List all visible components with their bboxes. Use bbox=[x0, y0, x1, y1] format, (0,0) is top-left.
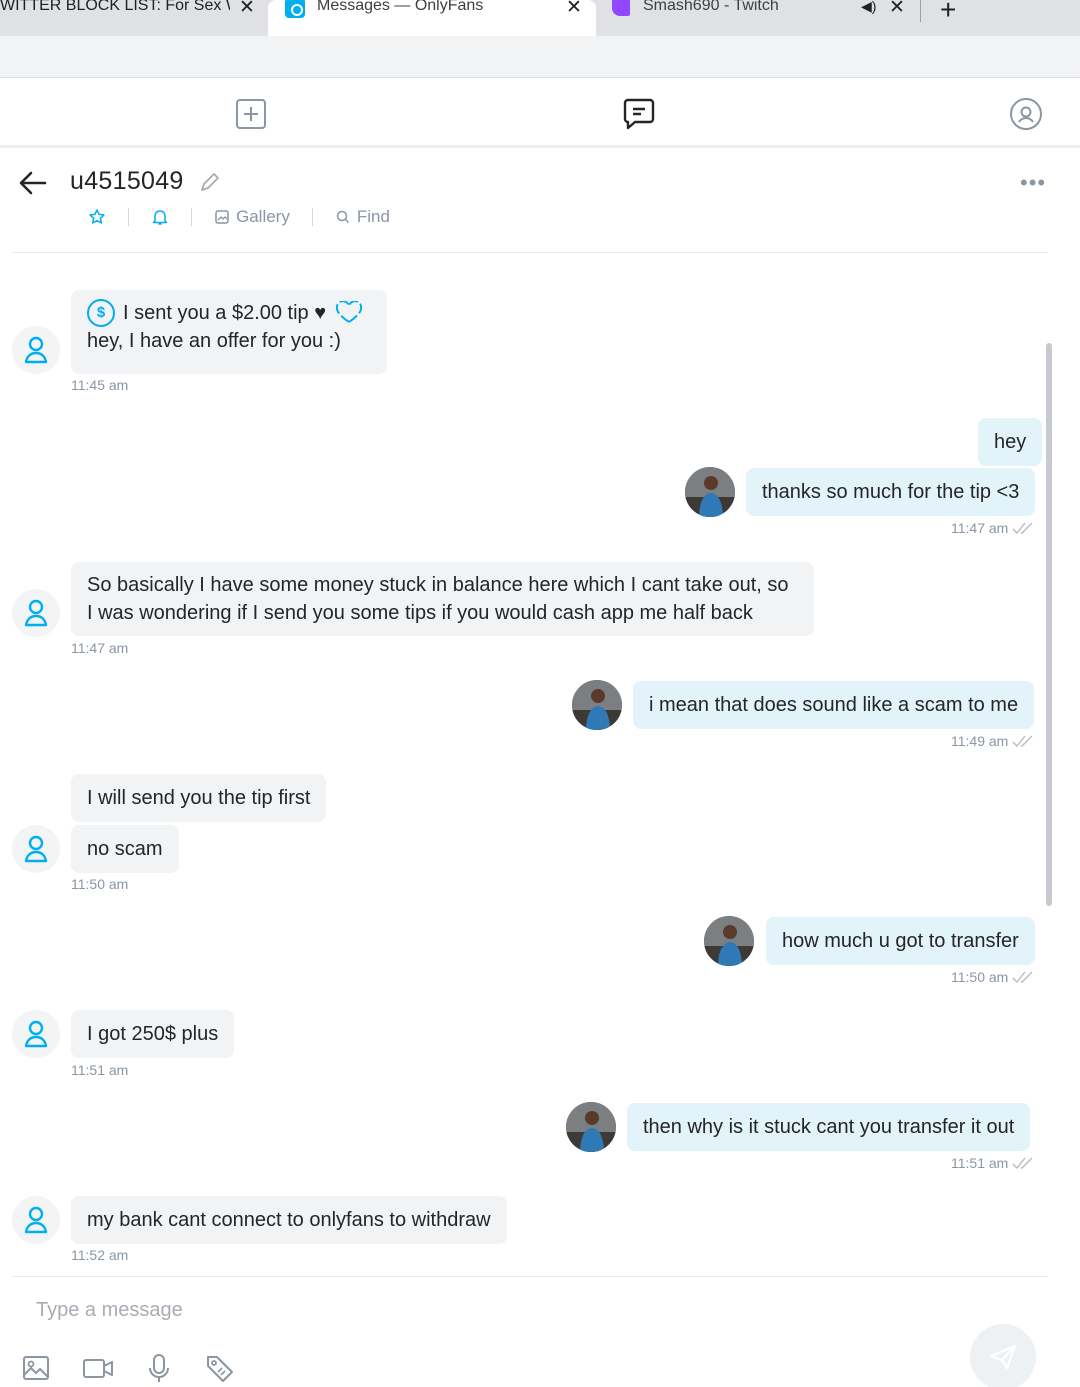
double-check-icon bbox=[1012, 971, 1033, 984]
header-divider bbox=[12, 252, 1048, 253]
star-icon bbox=[89, 209, 105, 224]
timestamp-text: 11:50 am bbox=[951, 969, 1009, 985]
composer-divider bbox=[12, 1276, 1048, 1277]
image-icon[interactable] bbox=[20, 1352, 52, 1384]
divider bbox=[311, 208, 313, 226]
my-avatar[interactable] bbox=[572, 680, 622, 730]
message-timestamp: 11:47 am bbox=[951, 520, 1036, 536]
message-text: hey, I have an offer for you :) bbox=[87, 330, 341, 352]
user-icon bbox=[24, 599, 48, 627]
message-timestamp: 11:51 am bbox=[951, 1155, 1036, 1171]
profile-icon[interactable] bbox=[1009, 97, 1043, 131]
timestamp-text: 11:51 am bbox=[951, 1155, 1009, 1171]
find-label: Find bbox=[356, 207, 390, 226]
pencil-icon[interactable] bbox=[198, 170, 222, 194]
onlyfans-favicon-icon bbox=[285, 0, 305, 18]
conversation-username[interactable]: u4515049 bbox=[70, 167, 184, 196]
message-timestamp: 11:50 am bbox=[951, 969, 1036, 985]
new-tab-button[interactable]: + bbox=[940, 0, 956, 26]
message-bubble-incoming[interactable]: $ I sent you a $2.00 tip ♥ hey, I have a… bbox=[71, 290, 387, 374]
close-tab-icon[interactable]: ✕ bbox=[889, 0, 905, 19]
message-bubble-incoming[interactable]: my bank cant connect to onlyfans to with… bbox=[71, 1196, 507, 1244]
tip-notice: $ I sent you a $2.00 tip ♥ bbox=[87, 299, 371, 327]
divider bbox=[191, 208, 192, 226]
browser-tab-twitch[interactable]: Smash690 - Twitch ◀) ✕ bbox=[597, 0, 922, 32]
message-timestamp: 11:51 am bbox=[71, 1062, 129, 1078]
speaker-muted-icon[interactable]: ◀) bbox=[861, 0, 876, 15]
user-icon bbox=[24, 835, 48, 863]
close-tab-icon[interactable]: ✕ bbox=[566, 0, 582, 19]
price-tag-icon[interactable] bbox=[204, 1352, 236, 1384]
browser-toolbar bbox=[0, 36, 1080, 78]
my-avatar[interactable] bbox=[685, 467, 735, 517]
my-avatar[interactable] bbox=[566, 1102, 616, 1152]
message-bubble-incoming[interactable]: I got 250$ plus bbox=[71, 1010, 235, 1058]
app-top-nav bbox=[0, 80, 1080, 148]
search-icon bbox=[336, 210, 349, 224]
favorite-button[interactable] bbox=[88, 208, 106, 226]
gallery-button[interactable]: Gallery bbox=[214, 207, 290, 227]
microphone-icon[interactable] bbox=[143, 1352, 175, 1384]
message-text-line: So basically I have some money stuck in … bbox=[87, 574, 789, 596]
message-bubble-incoming[interactable]: no scam bbox=[71, 825, 179, 873]
fan-avatar[interactable] bbox=[12, 825, 60, 873]
conversation-actions: Gallery Find bbox=[88, 204, 390, 230]
timestamp-text: 11:47 am bbox=[951, 520, 1009, 536]
message-bubble-outgoing[interactable]: hey bbox=[978, 418, 1043, 466]
browser-tab-twitter-block-list[interactable]: WITTER BLOCK LIST: For Sex Wo ✕ bbox=[0, 0, 268, 32]
video-icon[interactable] bbox=[82, 1352, 114, 1384]
user-icon bbox=[24, 1020, 48, 1048]
plus-square-icon[interactable] bbox=[234, 97, 268, 131]
message-timestamp: 11:45 am bbox=[71, 377, 129, 393]
gallery-label: Gallery bbox=[236, 207, 290, 226]
send-button[interactable] bbox=[970, 1324, 1036, 1387]
dollar-coin-icon: $ bbox=[87, 299, 115, 327]
message-text-line: I was wondering if I send you some tips … bbox=[87, 602, 753, 624]
message-bubble-incoming[interactable]: So basically I have some money stuck in … bbox=[71, 562, 814, 636]
conversation-header: u4515049 ••• Gallery Find bbox=[0, 150, 1080, 254]
my-avatar[interactable] bbox=[704, 916, 754, 966]
twitch-favicon-icon bbox=[612, 0, 630, 16]
browser-tab-strip: WITTER BLOCK LIST: For Sex Wo ✕ Messages… bbox=[0, 0, 1080, 36]
tab-divider bbox=[920, 0, 921, 22]
double-check-icon bbox=[1012, 1157, 1033, 1170]
tab-title: Smash690 - Twitch bbox=[643, 0, 779, 14]
user-icon bbox=[24, 336, 48, 364]
fan-avatar[interactable] bbox=[12, 326, 60, 374]
message-bubble-incoming[interactable]: I will send you the tip first bbox=[71, 774, 327, 822]
fan-avatar[interactable] bbox=[12, 1196, 60, 1244]
timestamp-text: 11:49 am bbox=[951, 733, 1009, 749]
message-bubble-outgoing[interactable]: i mean that does sound like a scam to me bbox=[633, 681, 1035, 729]
double-check-icon bbox=[1012, 522, 1033, 535]
message-bubble-outgoing[interactable]: how much u got to transfer bbox=[766, 917, 1035, 965]
message-timestamp: 11:49 am bbox=[951, 733, 1036, 749]
paper-plane-icon bbox=[989, 1344, 1017, 1370]
tab-title: Messages — OnlyFans bbox=[317, 0, 484, 14]
gallery-icon bbox=[215, 210, 229, 224]
tab-title: WITTER BLOCK LIST: For Sex Wo bbox=[0, 0, 230, 14]
browser-tab-messages-onlyfans[interactable]: Messages — OnlyFans ✕ bbox=[268, 0, 596, 36]
message-timestamp: 11:52 am bbox=[71, 1247, 129, 1263]
message-timestamp: 11:47 am bbox=[71, 640, 129, 656]
divider bbox=[128, 208, 129, 226]
fan-avatar[interactable] bbox=[12, 589, 60, 637]
message-input[interactable] bbox=[20, 1290, 920, 1330]
message-bubble-outgoing[interactable]: then why is it stuck cant you transfer i… bbox=[627, 1103, 1031, 1151]
bell-icon bbox=[152, 210, 168, 225]
double-check-icon bbox=[1012, 735, 1033, 748]
find-button[interactable]: Find bbox=[335, 207, 390, 227]
message-bubble-outgoing[interactable]: thanks so much for the tip <3 bbox=[746, 468, 1036, 516]
chat-icon[interactable] bbox=[622, 97, 656, 131]
back-arrow-icon[interactable] bbox=[18, 170, 48, 196]
close-tab-icon[interactable]: ✕ bbox=[239, 0, 255, 19]
tip-text: I sent you a $2.00 tip ♥ bbox=[123, 302, 327, 324]
message-timestamp: 11:50 am bbox=[71, 876, 129, 892]
messages-scrollbar[interactable] bbox=[1046, 343, 1052, 906]
notifications-button[interactable] bbox=[151, 208, 169, 226]
heart-icon bbox=[336, 301, 363, 324]
user-icon bbox=[24, 1206, 48, 1234]
more-options-button[interactable]: ••• bbox=[1020, 170, 1046, 196]
fan-avatar[interactable] bbox=[12, 1010, 60, 1058]
